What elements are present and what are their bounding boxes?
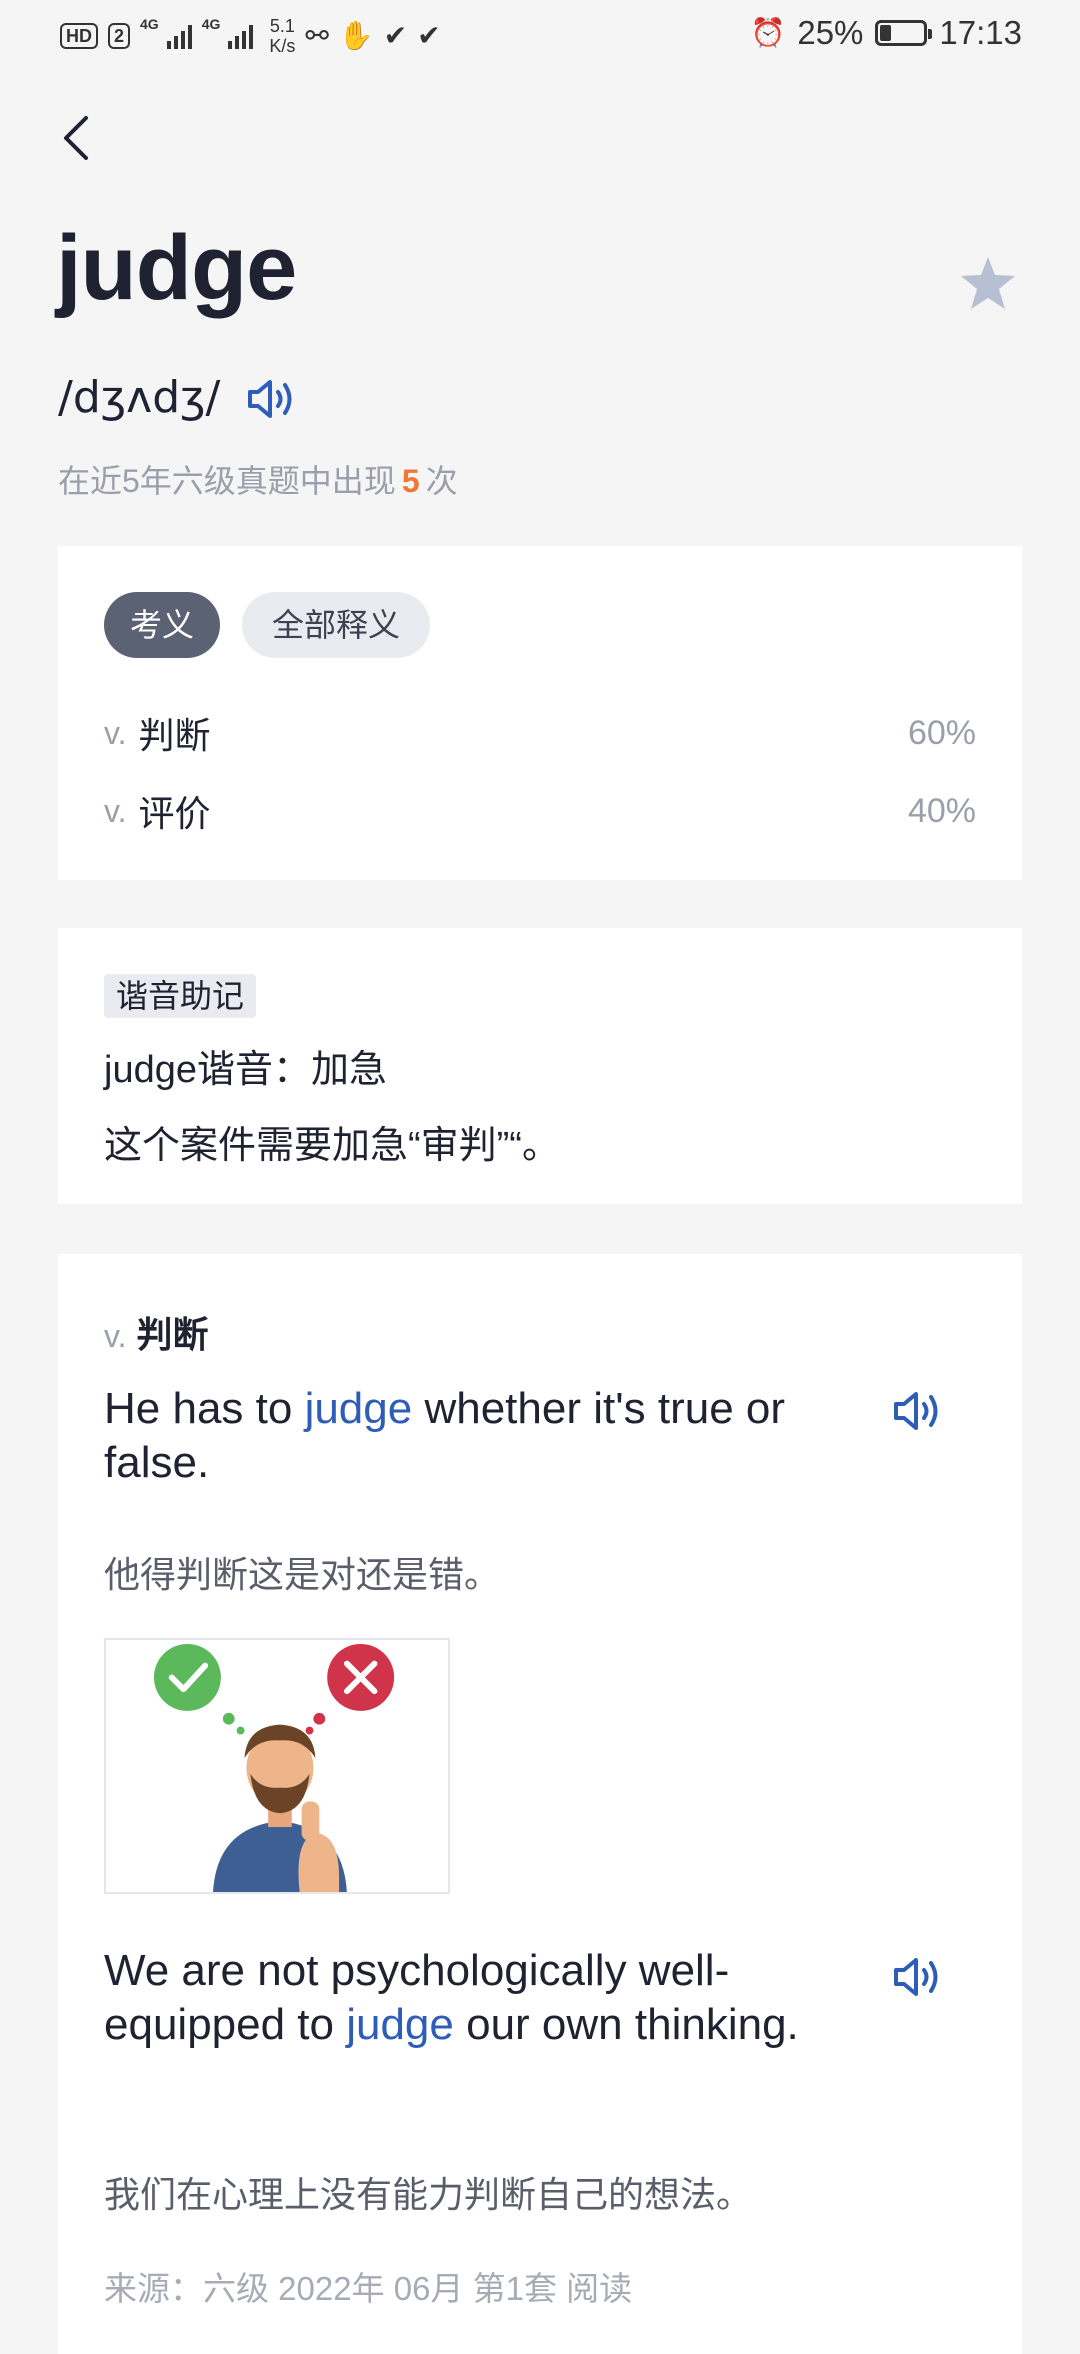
meaning-percent: 40%	[907, 791, 976, 830]
back-arrow-icon[interactable]	[58, 112, 98, 164]
example-heading: v. 判断	[104, 1306, 209, 1358]
speaker-icon[interactable]	[244, 374, 300, 424]
example-source: 来源：六级 2022年 06月 第1套 阅读	[104, 2270, 633, 2307]
example-pos: v.	[104, 1318, 127, 1354]
star-icon[interactable]	[958, 254, 1018, 314]
tab-all-meanings[interactable]: 全部释义	[242, 592, 430, 658]
clock: 17:13	[939, 14, 1022, 51]
network-type-2: 4G	[201, 16, 221, 32]
status-bar: HD 2 4G 4G 5.1 K/s ⚯ ✋ ✔ ✔ ⏰ 25% 17:13	[0, 0, 1080, 80]
net-speed-unit: K/s	[269, 36, 296, 56]
check-circle-icon: ✔	[383, 20, 408, 51]
meaning-text: 判断	[138, 715, 211, 756]
example-illustration	[104, 1638, 450, 1894]
status-left: HD 2 4G 4G 5.1 K/s ⚯ ✋ ✔ ✔	[60, 16, 441, 56]
alarm-icon: ⏰	[750, 17, 786, 48]
exam-frequency-count: 5	[401, 463, 420, 499]
tab-exam-meaning[interactable]: 考义	[104, 592, 220, 658]
exam-frequency-suffix: 次	[425, 463, 458, 499]
example-meaning: 判断	[136, 1314, 209, 1355]
part-of-speech: v.	[104, 792, 127, 829]
mnemonic-line: 这个案件需要加急“审判”“。	[104, 1125, 560, 1167]
mnemonic-line: judge谐音：加急	[104, 1049, 387, 1091]
example-sentence-en: He has to judge whether it's true or fal…	[104, 1382, 864, 1490]
hand-icon: ✋	[338, 20, 374, 51]
speaker-icon[interactable]	[890, 1386, 946, 1436]
mnemonic-tag: 谐音助记	[104, 974, 257, 1018]
keyword-highlight[interactable]: judge	[346, 2000, 454, 2049]
battery-fill	[880, 25, 891, 41]
battery-percent: 25%	[797, 14, 864, 51]
phonetic: /dʒʌdʒ/	[58, 372, 221, 423]
status-right: ⏰ 25% 17:13	[750, 14, 1022, 52]
sentence-text: He has to	[104, 1384, 305, 1433]
check-circle-icon: ✔	[417, 20, 441, 51]
part-of-speech: v.	[104, 714, 127, 751]
wechat-icon: ⚯	[305, 20, 329, 51]
exam-frequency-prefix: 在近5年六级真题中出现	[58, 463, 396, 499]
signal-icon	[228, 23, 254, 49]
example-translation: 他得判断这是对还是错。	[104, 1554, 501, 1595]
keyword-highlight[interactable]: judge	[305, 1384, 413, 1433]
meaning-row: v. 判断 60%	[104, 708, 976, 758]
sim-badge: 2	[108, 23, 131, 49]
hd-badge: HD	[60, 23, 98, 49]
example-translation: 我们在心理上没有能力判断自己的想法。	[104, 2174, 753, 2215]
meaning-percent: 60%	[907, 713, 976, 752]
word-title: judge	[56, 217, 297, 319]
battery-icon	[875, 20, 933, 46]
signal-icon	[166, 23, 192, 49]
network-type-1: 4G	[140, 16, 159, 32]
exam-frequency: 在近5年六级真题中出现 5 次	[58, 456, 458, 502]
meaning-text: 评价	[138, 793, 211, 834]
net-speed: 5.1 K/s	[269, 16, 295, 56]
example-sentence-en: We are not psychologically well-equipped…	[104, 1944, 864, 2052]
sentence-text: our own thinking.	[453, 2000, 799, 2049]
net-speed-value: 5.1	[269, 16, 295, 36]
meaning-row: v. 评价 40%	[104, 786, 976, 836]
speaker-icon[interactable]	[890, 1952, 946, 2002]
check-icon	[153, 1643, 221, 1711]
